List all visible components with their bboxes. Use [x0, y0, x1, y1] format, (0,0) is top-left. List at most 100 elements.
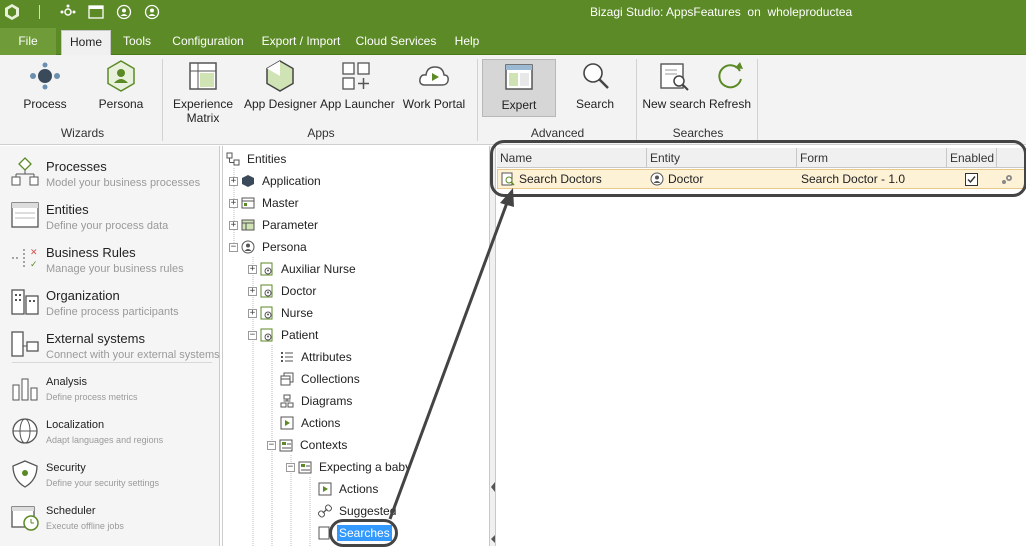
nav-item-external-systems[interactable]: External systems Connect with your exter… — [0, 321, 220, 364]
tree-node-suggested[interactable]: Suggested — [318, 501, 398, 521]
process-button[interactable]: Process — [15, 59, 75, 129]
expand-icon[interactable]: + — [229, 198, 238, 208]
tree-node-auxiliar-nurse[interactable]: + Auxiliar Nurse — [248, 259, 358, 279]
app-launcher-button[interactable]: App Launcher — [320, 59, 395, 129]
tab-help[interactable]: Help — [447, 30, 487, 55]
bizagi-logo-icon — [4, 4, 20, 20]
cell-entity: Doctor — [650, 170, 796, 188]
ribbon-separator — [162, 59, 163, 141]
business-rules-icon: ✕✓ — [12, 248, 38, 270]
tree-node-patient[interactable]: − Patient — [248, 325, 320, 345]
tree-node-persona[interactable]: − Persona — [229, 237, 309, 257]
tree-node-expecting-a-baby[interactable]: − Expecting a baby — [286, 457, 413, 477]
work-portal-button[interactable]: Work Portal — [400, 59, 468, 129]
nav-item-organization[interactable]: Organization Define process participants — [0, 278, 220, 321]
process-icon — [30, 62, 60, 90]
contexts-icon — [279, 439, 293, 452]
refresh-button[interactable]: Refresh — [708, 59, 752, 129]
expand-icon[interactable]: + — [229, 220, 238, 230]
organization-icon — [11, 289, 39, 315]
analysis-icon — [12, 378, 38, 401]
ribbon-group-searches: Searches — [672, 126, 724, 140]
nav-item-analysis[interactable]: Analysis Define process metrics — [0, 365, 220, 408]
persona-quick-icon[interactable] — [116, 4, 132, 20]
search-button[interactable]: Search — [566, 59, 624, 129]
tree-node-doctor[interactable]: + Doctor — [248, 281, 318, 301]
tree-node-entities[interactable]: Entities — [226, 149, 288, 169]
persona-icon — [650, 172, 664, 186]
column-enabled[interactable]: Enabled — [947, 148, 997, 168]
tab-configuration[interactable]: Configuration — [166, 30, 250, 55]
tree-node-context-actions[interactable]: Actions — [318, 479, 380, 499]
nav-item-entities[interactable]: Entities Define your process data — [0, 192, 220, 235]
new-search-button[interactable]: New search — [642, 59, 706, 129]
persona-entity-icon — [260, 306, 273, 320]
collapse-icon[interactable]: − — [248, 330, 257, 340]
attributes-icon — [281, 352, 293, 362]
ribbon-separator — [757, 59, 758, 141]
tab-file[interactable]: File — [0, 28, 56, 55]
nav-item-processes[interactable]: Processes Model your business processes — [0, 149, 220, 192]
external-systems-icon — [11, 331, 39, 357]
nav-item-business-rules[interactable]: ✕ ✓ Business Rules Manage your business r… — [0, 235, 220, 278]
tree-node-application[interactable]: + Application — [229, 171, 323, 191]
tree-node-parameter[interactable]: + Parameter — [229, 215, 320, 235]
collapse-icon[interactable]: − — [229, 242, 238, 252]
processes-icon — [11, 157, 39, 186]
searches-grid: Name Entity Form Enabled Search Doctors … — [497, 146, 1026, 546]
app-designer-button[interactable]: App Designer — [244, 59, 317, 129]
persona-entity-icon — [260, 262, 273, 276]
tab-cloud-services[interactable]: Cloud Services — [354, 30, 438, 55]
tab-home[interactable]: Home — [61, 30, 111, 55]
link-icon — [318, 504, 332, 518]
tree-node-actions[interactable]: Actions — [280, 413, 342, 433]
globe-icon — [12, 418, 38, 444]
ribbon-group-apps: Apps — [307, 126, 335, 140]
tree-node-diagrams[interactable]: Diagrams — [280, 391, 354, 411]
menu-bar: File Home Tools Configuration Export / I… — [0, 25, 1026, 55]
user-quick-icon[interactable] — [144, 4, 160, 20]
collapse-icon[interactable]: − — [286, 462, 295, 472]
column-form[interactable]: Form — [797, 148, 947, 168]
panel-splitter[interactable] — [490, 146, 496, 546]
title-bar: Bizagi Studio: AppsFeatures on wholeprod… — [0, 0, 1026, 25]
tree-node-contexts[interactable]: − Contexts — [267, 435, 349, 455]
collapse-icon[interactable]: − — [267, 440, 276, 450]
row-settings-icon[interactable] — [1000, 170, 1016, 188]
tree-node-collections[interactable]: Collections — [280, 369, 362, 389]
window-icon[interactable] — [88, 4, 104, 20]
expert-icon — [505, 64, 533, 90]
process-wizard-icon[interactable] — [60, 4, 76, 20]
entities-tree-icon — [226, 152, 240, 166]
tree-node-searches[interactable]: Searches — [318, 523, 392, 543]
tree-node-nurse[interactable]: + Nurse — [248, 303, 315, 323]
application-icon — [242, 175, 254, 187]
nav-item-localization[interactable]: Localization Adapt languages and regions — [0, 408, 220, 451]
expand-icon[interactable]: + — [248, 286, 257, 296]
table-row[interactable]: Search Doctors Doctor Search Doctor - 1.… — [497, 169, 1026, 189]
new-search-icon — [660, 63, 689, 91]
column-entity[interactable]: Entity — [647, 148, 797, 168]
tab-export-import[interactable]: Export / Import — [256, 30, 346, 55]
column-name[interactable]: Name — [497, 148, 647, 168]
tree-node-master[interactable]: + Master — [229, 193, 301, 213]
tree-node-attributes[interactable]: Attributes — [280, 347, 354, 367]
entity-tree-panel: Entities + Application + Master + Parame… — [222, 146, 490, 546]
expand-icon[interactable]: + — [248, 264, 257, 274]
nav-divider — [12, 362, 212, 363]
expert-button[interactable]: Expert — [482, 59, 556, 117]
actions-icon — [318, 482, 332, 496]
actions-icon — [280, 416, 294, 430]
expand-icon[interactable]: + — [229, 176, 238, 186]
persona-icon — [107, 60, 135, 92]
nav-item-scheduler[interactable]: Scheduler Execute offline jobs — [0, 494, 220, 537]
nav-item-security[interactable]: Security Define your security settings — [0, 451, 220, 494]
tab-tools[interactable]: Tools — [116, 30, 158, 55]
experience-matrix-button[interactable]: Experience Matrix — [172, 59, 234, 129]
enabled-checkbox[interactable] — [965, 170, 981, 188]
context-icon — [298, 461, 312, 474]
left-navigation-panel: Processes Model your business processes … — [0, 146, 220, 546]
persona-button[interactable]: Persona — [92, 59, 150, 129]
expand-icon[interactable]: + — [248, 308, 257, 318]
cell-name: Search Doctors — [501, 170, 647, 188]
